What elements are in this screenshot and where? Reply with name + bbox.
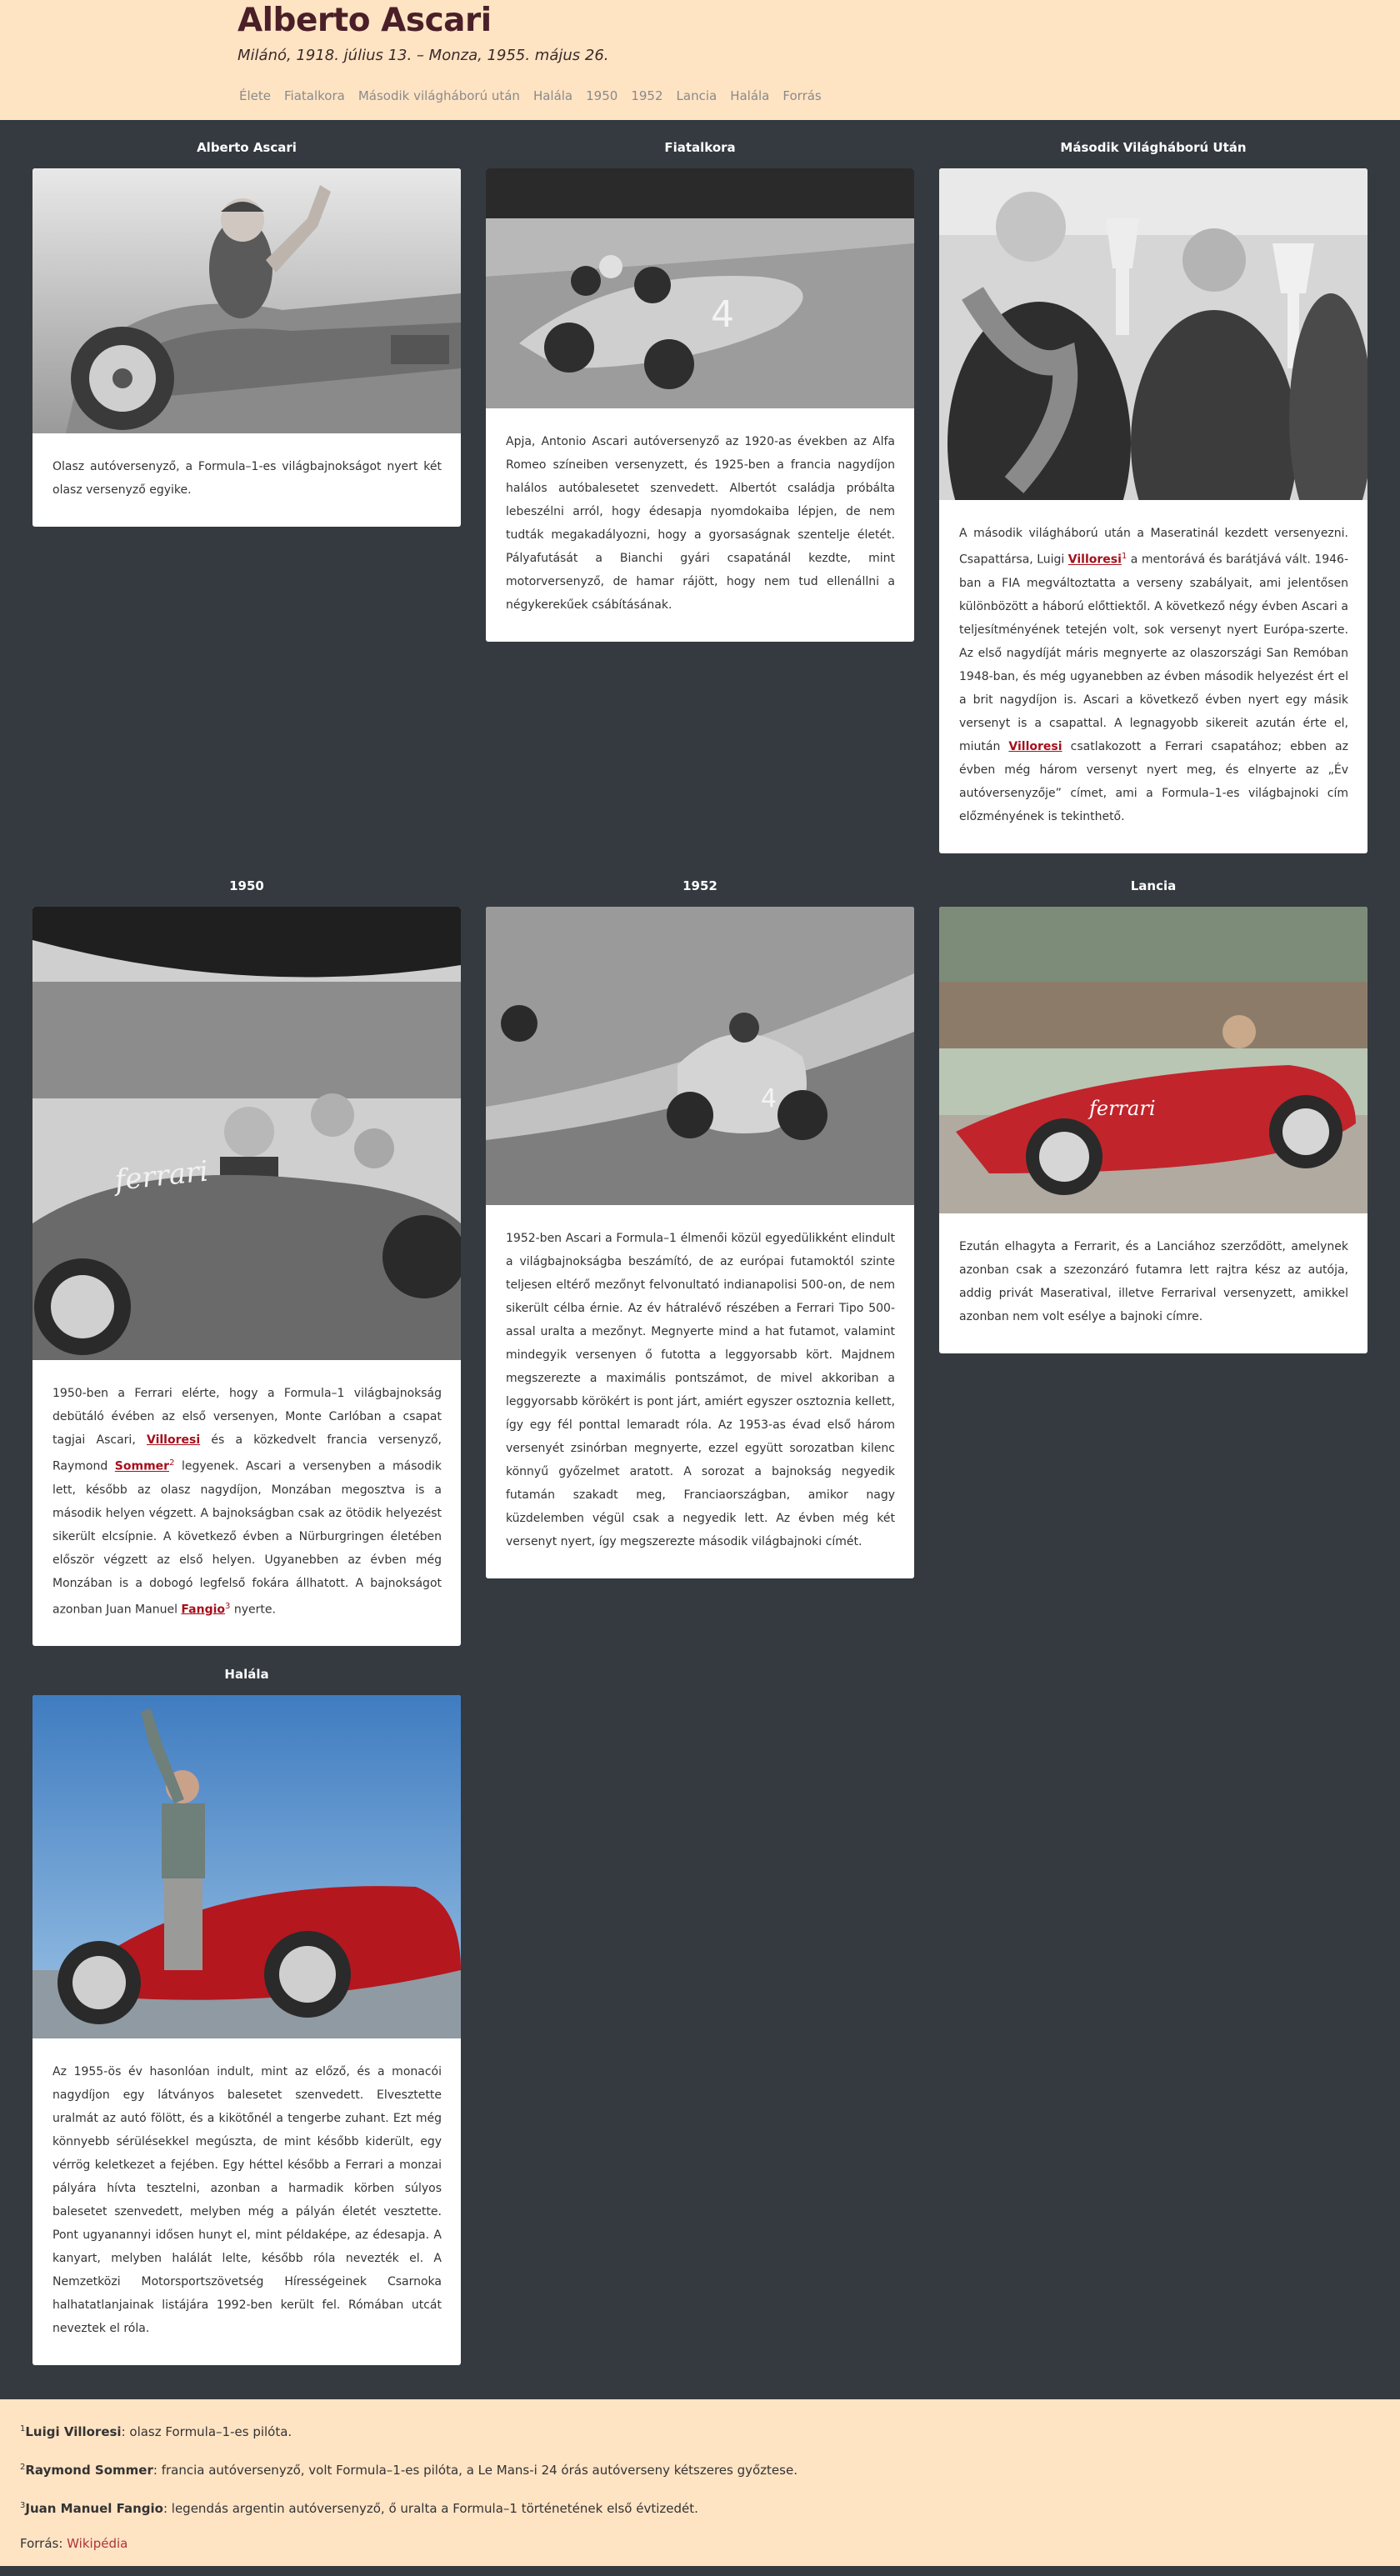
section-text: 1952-ben Ascari a Formula–1 élmenői közü… xyxy=(506,1232,895,1548)
section-title: Lancia xyxy=(1130,878,1177,893)
card: ferrari 1950-ben a Ferrari elérte, hogy … xyxy=(32,907,461,1647)
ascari-ferrari-group-photo: ferrari xyxy=(32,907,461,1360)
ascari-waving-in-car-photo xyxy=(32,168,461,433)
card: ferrari Ezután elhagyta a Ferrarit, és a… xyxy=(939,907,1368,1353)
wikipedia-link[interactable]: Wikipédia xyxy=(67,2536,128,2551)
page-header: Alberto Ascari Milánó, 1918. július 13. … xyxy=(0,0,1400,120)
site-title: Alberto Ascari xyxy=(238,2,492,39)
villoresi-link[interactable]: Villoresi xyxy=(1008,740,1062,753)
section-title: Halála xyxy=(224,1667,269,1682)
card: Az 1955-ös év hasonlóan indult, mint az … xyxy=(32,1695,461,2365)
ascari-1952-race-photo: 4 xyxy=(486,907,914,1205)
source-line: Forrás: Wikipédia xyxy=(20,2536,128,2551)
footnote-1: 1Luigi Villoresi: olasz Formula–1-es pil… xyxy=(20,2424,292,2439)
section-title: 1952 xyxy=(682,878,718,893)
fangio-link[interactable]: Fangio xyxy=(181,1603,225,1616)
card-row: Alberto Ascari Olasz autóversenyző, a Fo… xyxy=(32,120,1368,858)
svg-text:ferrari: ferrari xyxy=(1088,1097,1156,1120)
site-subtitle: Milánó, 1918. július 13. – Monza, 1955. … xyxy=(238,47,609,64)
nav-item-1950[interactable]: 1950 xyxy=(586,88,618,103)
section-alberto-ascari: Alberto Ascari Olasz autóversenyző, a Fo… xyxy=(32,120,461,858)
villoresi-link[interactable]: Villoresi xyxy=(1068,553,1122,567)
nav-item-halala-2[interactable]: Halála xyxy=(730,88,769,103)
section-title: Második Világháború Után xyxy=(1060,140,1247,155)
section-1952: 1952 4 1952-ben Ascari a Formula–1 élmen… xyxy=(486,858,914,1647)
footnote-3: 3Juan Manuel Fangio: legendás argentin a… xyxy=(20,2501,698,2516)
main-nav: Élete Fiatalkora Második világháború utá… xyxy=(239,88,835,103)
nav-item-halala[interactable]: Halála xyxy=(533,88,572,103)
nav-item-lancia[interactable]: Lancia xyxy=(677,88,718,103)
card-row: 1950 ferrari 1950-ben a Ferrari elérte, … xyxy=(32,858,1368,1647)
nav-item-masodik-vilaghaboru[interactable]: Második világháború után xyxy=(358,88,520,103)
section-1950: 1950 ferrari 1950-ben a Ferrari elérte, … xyxy=(32,858,461,1647)
nav-item-1952[interactable]: 1952 xyxy=(631,88,662,103)
section-title: 1950 xyxy=(229,878,264,893)
section-title: Fiatalkora xyxy=(664,140,736,155)
section-fiatalkora: Fiatalkora 4 Apja, Antonio Ascari autóve… xyxy=(486,120,914,858)
section-text: Olasz autóversenyző, a Formula–1-es vilá… xyxy=(52,460,442,497)
card: A második világháború után a Maseratinál… xyxy=(939,168,1368,853)
section-lancia: Lancia ferrari Ezután elhagyta a Ferrari… xyxy=(939,858,1368,1647)
ascari-villoresi-trophies-photo xyxy=(939,168,1368,500)
card-row: Halála Az 1955-ös év hasonlóan indult, m… xyxy=(32,1647,1368,2399)
card: 4 1952-ben Ascari a Formula–1 élmenői kö… xyxy=(486,907,914,1578)
footnote-2: 2Raymond Sommer: francia autóversenyző, … xyxy=(20,2463,798,2478)
section-text: Az 1955-ös év hasonlóan indult, mint az … xyxy=(52,2065,442,2335)
sommer-link[interactable]: Sommer xyxy=(115,1460,169,1473)
section-halala: Halála Az 1955-ös év hasonlóan indult, m… xyxy=(32,1647,461,2399)
villoresi-link[interactable]: Villoresi xyxy=(147,1433,200,1447)
ferrari-race-car-on-track-photo: 4 xyxy=(486,168,914,408)
ascari-standing-red-car-photo xyxy=(32,1695,461,2038)
svg-text:4: 4 xyxy=(711,293,734,336)
card: 4 Apja, Antonio Ascari autóversenyző az … xyxy=(486,168,914,642)
footnotes: 1Luigi Villoresi: olasz Formula–1-es pil… xyxy=(0,2399,1400,2566)
nav-item-fiatalkora[interactable]: Fiatalkora xyxy=(284,88,345,103)
section-title: Alberto Ascari xyxy=(197,140,297,155)
section-text: Ezután elhagyta a Ferrarit, és a Lanciáh… xyxy=(959,1240,1348,1323)
card: Olasz autóversenyző, a Formula–1-es vilá… xyxy=(32,168,461,527)
section-text: 1950-ben a Ferrari elérte, hogy a Formul… xyxy=(52,1387,442,1617)
nav-item-forras[interactable]: Forrás xyxy=(782,88,821,103)
main-content: Alberto Ascari Olasz autóversenyző, a Fo… xyxy=(0,120,1400,2399)
red-ferrari-lancia-photo: ferrari xyxy=(939,907,1368,1213)
nav-item-elete[interactable]: Élete xyxy=(239,88,271,103)
section-text: Apja, Antonio Ascari autóversenyző az 19… xyxy=(506,435,895,612)
svg-text:4: 4 xyxy=(761,1084,777,1113)
section-masodik-vilaghaboru-utan: Második Világháború Után A második világ… xyxy=(939,120,1368,858)
section-text: A második világháború után a Maseratinál… xyxy=(959,527,1349,823)
